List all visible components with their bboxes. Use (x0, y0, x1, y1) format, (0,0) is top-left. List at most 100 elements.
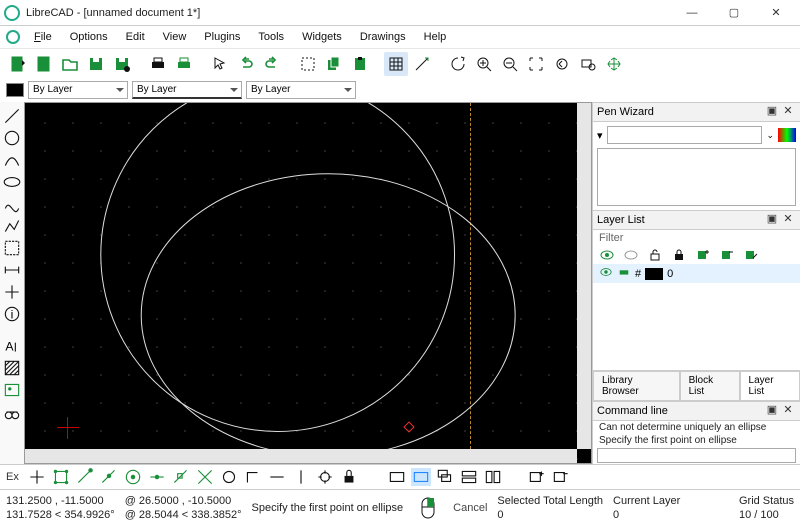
snap-distance-icon[interactable] (171, 468, 191, 486)
zoom-prev-button[interactable] (550, 52, 574, 76)
eye-off-icon[interactable] (623, 248, 639, 262)
restrict-nothing-icon[interactable] (219, 468, 239, 486)
snap-intersection-icon[interactable] (195, 468, 215, 486)
tab-mode-active-icon[interactable] (411, 468, 431, 486)
tab-block-list[interactable]: Block List (680, 371, 740, 400)
dimension-tool-icon[interactable] (2, 260, 22, 278)
close-button[interactable]: ✕ (756, 1, 796, 25)
snap-free-icon[interactable] (27, 468, 47, 486)
drawing-canvas[interactable] (24, 102, 592, 464)
paste-button[interactable] (348, 52, 372, 76)
close-icon[interactable]: ✕ (780, 104, 796, 120)
snap-center-icon[interactable] (123, 468, 143, 486)
menu-view[interactable]: View (155, 29, 195, 45)
command-line-header[interactable]: Command line ▣ ✕ (593, 401, 800, 421)
menu-widgets[interactable]: Widgets (294, 29, 350, 45)
tile-v-icon[interactable] (483, 468, 503, 486)
chevron-down-icon[interactable]: ⌄ (766, 130, 774, 141)
menu-options[interactable]: Options (62, 29, 116, 45)
block-tool-icon[interactable] (2, 402, 22, 420)
relative-zero-icon[interactable] (315, 468, 335, 486)
zoom-out-button[interactable] (498, 52, 522, 76)
print-icon[interactable] (617, 266, 631, 281)
color-picker-icon[interactable] (778, 128, 796, 142)
menu-tools[interactable]: Tools (250, 29, 292, 45)
lock-icon[interactable] (671, 248, 687, 262)
ellipse-tool-icon[interactable] (2, 172, 22, 190)
print-preview-button[interactable] (172, 52, 196, 76)
linewidth-combo[interactable]: By Layer (132, 81, 242, 99)
save-button[interactable] (84, 52, 108, 76)
cascade-icon[interactable] (435, 468, 455, 486)
restrict-horizontal-icon[interactable] (267, 468, 287, 486)
zoom-window-button[interactable] (576, 52, 600, 76)
polyline-tool-icon[interactable] (2, 216, 22, 234)
cut-button[interactable] (296, 52, 320, 76)
tab-layer-list[interactable]: Layer List (740, 371, 800, 400)
menu-edit[interactable]: Edit (118, 29, 153, 45)
print-button[interactable] (146, 52, 170, 76)
menu-plugins[interactable]: Plugins (196, 29, 248, 45)
add-layer-icon[interactable] (695, 248, 711, 262)
color-combo[interactable]: By Layer (28, 81, 128, 99)
close-icon[interactable]: ✕ (780, 403, 796, 419)
modify-tool-icon[interactable] (2, 282, 22, 300)
menu-help[interactable]: Help (416, 29, 455, 45)
curve-tool-icon[interactable] (2, 150, 22, 168)
undock-icon[interactable]: ▣ (764, 212, 780, 228)
zoom-auto-button[interactable] (524, 52, 548, 76)
undo-button[interactable] (234, 52, 258, 76)
menu-file[interactable]: FFileile (26, 29, 60, 45)
info-tool-icon[interactable]: i (2, 304, 22, 322)
snap-grid-icon[interactable] (51, 468, 71, 486)
copy-button[interactable] (322, 52, 346, 76)
restrict-orthogonal-icon[interactable] (243, 468, 263, 486)
menu-drawings[interactable]: Drawings (352, 29, 414, 45)
close-icon[interactable]: ✕ (780, 212, 796, 228)
new-doc-button[interactable] (32, 52, 56, 76)
tab-mode-icon[interactable] (387, 468, 407, 486)
canvas-scrollbar-vertical[interactable] (577, 103, 591, 449)
lock-relative-zero-icon[interactable] (339, 468, 359, 486)
command-input[interactable] (597, 448, 796, 463)
remove-layer-icon[interactable] (719, 248, 735, 262)
redo-button[interactable] (260, 52, 284, 76)
spline-tool-icon[interactable] (2, 194, 22, 212)
zoom-pan-button[interactable] (602, 52, 626, 76)
pen-wizard-header[interactable]: Pen Wizard ▣ ✕ (593, 102, 800, 122)
tile-h-icon[interactable] (459, 468, 479, 486)
maximize-button[interactable]: ▢ (714, 1, 754, 25)
line-tool-icon[interactable] (2, 106, 22, 124)
circle-tool-icon[interactable] (2, 128, 22, 146)
grid-button[interactable] (384, 52, 408, 76)
snap-on-entity-icon[interactable] (99, 468, 119, 486)
save-as-button[interactable] (110, 52, 134, 76)
snap-middle-icon[interactable] (147, 468, 167, 486)
zoom-in-button[interactable] (472, 52, 496, 76)
ex-label[interactable]: Ex (6, 471, 19, 483)
select-tool-icon[interactable] (2, 238, 22, 256)
minimize-button[interactable]: — (672, 1, 712, 25)
new-button[interactable] (6, 52, 30, 76)
pointer-button[interactable] (208, 52, 232, 76)
zoom-redraw-button[interactable] (446, 52, 470, 76)
hatch-tool-icon[interactable] (2, 358, 22, 376)
undock-icon[interactable]: ▣ (764, 104, 780, 120)
color-swatch[interactable] (6, 83, 24, 97)
open-button[interactable] (58, 52, 82, 76)
snap-endpoint-icon[interactable] (75, 468, 95, 486)
canvas-scrollbar-horizontal[interactable] (25, 449, 577, 463)
layer-row-0[interactable]: # 0 (593, 264, 800, 283)
pen-combo[interactable] (607, 126, 763, 144)
eye-icon[interactable] (599, 266, 613, 281)
draft-button[interactable] (410, 52, 434, 76)
layer-color-swatch[interactable] (645, 268, 663, 280)
undock-icon[interactable]: ▣ (764, 403, 780, 419)
text-tool-icon[interactable]: A (2, 336, 22, 354)
eye-icon[interactable] (599, 248, 615, 262)
layer-list-area[interactable] (593, 283, 800, 370)
remove-view-icon[interactable] (551, 468, 571, 486)
layer-list-header[interactable]: Layer List ▣ ✕ (593, 210, 800, 230)
tab-library-browser[interactable]: Library Browser (593, 371, 680, 400)
linetype-combo[interactable]: By Layer (246, 81, 356, 99)
